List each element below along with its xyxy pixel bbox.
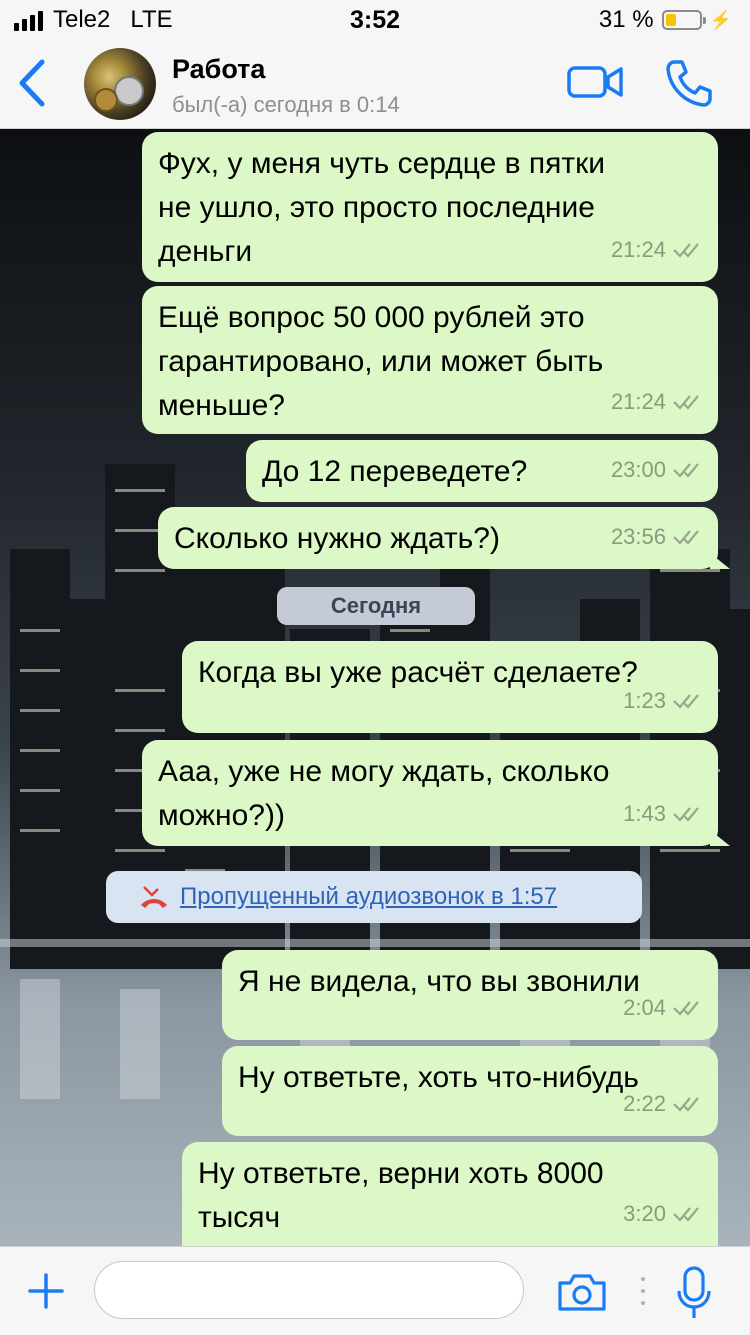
message-time: 21:24 (610, 389, 666, 414)
message-time: 21:24 (610, 237, 666, 262)
battery-percent: 31 % (598, 6, 654, 33)
message-meta: 21:24 (611, 228, 702, 272)
chat-header: Работа был(-а) сегодня в 0:14 (0, 40, 750, 129)
missed-call-icon (141, 886, 167, 908)
message-bubble[interactable]: Сколько нужно ждать?) 23:56 (158, 507, 730, 569)
chat-area[interactable]: Фух, у меня чуть сердце в пятки не ушло,… (0, 129, 750, 1246)
message-time: 23:00 (610, 457, 666, 482)
back-chevron-icon[interactable] (14, 58, 54, 108)
composer-bar (0, 1246, 750, 1335)
message-input[interactable] (94, 1261, 524, 1319)
double-check-icon (673, 395, 699, 410)
camera-icon[interactable] (556, 1271, 608, 1313)
double-check-icon (673, 243, 699, 258)
message-meta: 3:20 (623, 1192, 702, 1236)
message-bubble[interactable]: Ааа, уже не могу ждать, сколько можно?))… (142, 740, 730, 846)
message-bubble[interactable]: До 12 переведете? 23:00 (246, 440, 718, 502)
avatar[interactable] (84, 48, 156, 120)
message-meta: 23:00 (611, 448, 702, 492)
last-seen: был(-а) сегодня в 0:14 (172, 92, 400, 117)
message-time: 1:43 (623, 801, 666, 826)
message-time: 3:20 (623, 1201, 666, 1226)
message-bubble[interactable]: Я не видела, что вы звонили 2:04 (222, 950, 718, 1040)
double-check-icon (673, 1207, 699, 1222)
message-time: 2:22 (623, 1091, 666, 1116)
message-meta: 1:23 (623, 679, 702, 723)
message-text: Ааа, уже не могу ждать, сколько можно?)) (158, 755, 610, 832)
message-meta: 2:04 (623, 986, 702, 1030)
message-meta: 1:43 (623, 792, 702, 836)
double-check-icon (673, 530, 699, 545)
microphone-icon[interactable] (676, 1265, 712, 1321)
double-check-icon (673, 807, 699, 822)
double-check-icon (673, 1001, 699, 1016)
contact-name[interactable]: Работа (172, 54, 265, 85)
dots-icon (641, 1277, 645, 1305)
message-bubble[interactable]: Когда вы уже расчёт сделаете? 1:23 (182, 641, 718, 733)
double-check-icon (673, 463, 699, 478)
message-bubble[interactable]: Ну ответьте, верни хоть 8000 тысяч 3:20 (182, 1142, 718, 1246)
phone-icon[interactable] (664, 58, 714, 108)
message-bubble[interactable]: Ну ответьте, хоть что-нибудь 2:22 (222, 1046, 718, 1136)
status-bar: Tele2 LTE 3:52 31 % ⚡ (0, 0, 750, 40)
message-bubble[interactable]: Фух, у меня чуть сердце в пятки не ушло,… (142, 132, 718, 282)
video-call-icon[interactable] (566, 62, 624, 102)
double-check-icon (673, 694, 699, 709)
day-divider: Сегодня (277, 587, 475, 625)
missed-call-notice[interactable]: Пропущенный аудиозвонок в 1:57 (106, 871, 642, 923)
message-bubble[interactable]: Ещё вопрос 50 000 рублей это гарантирова… (142, 286, 718, 434)
charging-icon: ⚡ (709, 9, 732, 30)
status-right: 31 % ⚡ (599, 6, 732, 34)
message-time: 1:23 (623, 688, 666, 713)
battery-icon (661, 10, 706, 30)
missed-call-link[interactable]: Пропущенный аудиозвонок в 1:57 (180, 883, 557, 911)
message-time: 23:56 (610, 524, 666, 549)
message-meta: 23:56 (611, 515, 702, 559)
message-meta: 21:24 (611, 380, 702, 424)
double-check-icon (673, 1097, 699, 1112)
message-time: 2:04 (623, 995, 666, 1020)
message-meta: 2:22 (623, 1082, 702, 1126)
plus-icon[interactable] (26, 1271, 66, 1311)
